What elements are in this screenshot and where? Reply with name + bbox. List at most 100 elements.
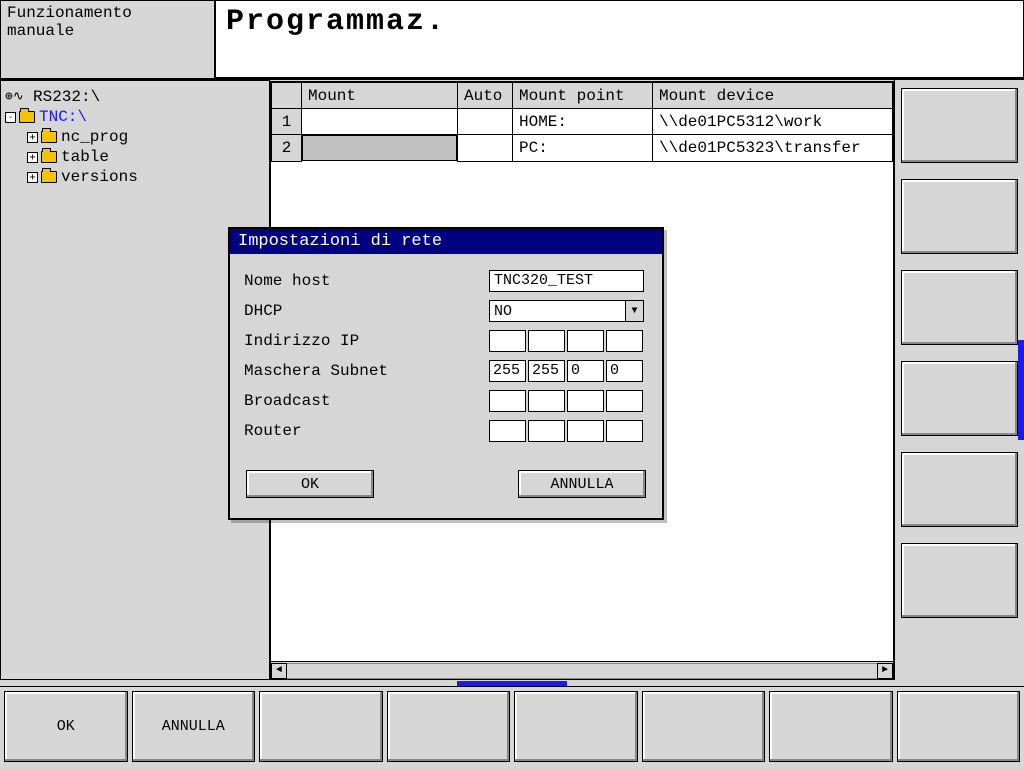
- subnet-octet-4[interactable]: 0: [606, 360, 643, 382]
- collapse-icon[interactable]: -: [5, 112, 16, 123]
- router-octet-4[interactable]: [606, 420, 643, 442]
- softkey-cancel[interactable]: ANNULLA: [132, 691, 256, 762]
- dialog-button-row: OK ANNULLA: [244, 450, 648, 508]
- cell-auto[interactable]: [458, 135, 513, 162]
- subnet-octet-3[interactable]: 0: [567, 360, 604, 382]
- page-title: Programmaz.: [215, 0, 1024, 79]
- side-softkey-4[interactable]: [901, 361, 1018, 436]
- mount-table: Mount Auto Mount point Mount device 1 HO…: [271, 82, 893, 162]
- label-broadcast: Broadcast: [244, 392, 489, 410]
- scroll-track[interactable]: [287, 663, 877, 679]
- tree-label: TNC:\: [39, 107, 87, 127]
- side-softkey-bar: [894, 80, 1024, 680]
- side-softkey-3[interactable]: [901, 270, 1018, 345]
- dhcp-select[interactable]: NO ▼: [489, 300, 644, 322]
- tree-item-versions[interactable]: + versions: [5, 167, 265, 187]
- cell-rownum: 1: [272, 109, 302, 135]
- softkey-6[interactable]: [642, 691, 766, 762]
- subnet-octet-2[interactable]: 255: [528, 360, 565, 382]
- horizontal-scrollbar[interactable]: ◄ ►: [271, 661, 893, 679]
- folder-icon: [41, 131, 57, 143]
- table-row[interactable]: 1 HOME: \\de01PC5312\work: [272, 109, 893, 135]
- ip-octet-2[interactable]: [528, 330, 565, 352]
- hostname-input[interactable]: TNC320_TEST: [489, 270, 644, 292]
- tree-item-rs232[interactable]: ⊕∿ RS232:\: [5, 87, 265, 107]
- cell-point[interactable]: PC:: [513, 135, 653, 162]
- ip-octet-4[interactable]: [606, 330, 643, 352]
- dialog-title: Impostazioni di rete: [230, 229, 662, 254]
- subnet-octet-1[interactable]: 255: [489, 360, 526, 382]
- broadcast-octet-2[interactable]: [528, 390, 565, 412]
- serial-port-icon: ⊕∿: [5, 89, 33, 105]
- softkey-5[interactable]: [514, 691, 638, 762]
- row-subnet: Maschera Subnet 255 255 0 0: [244, 360, 648, 382]
- label-ip: Indirizzo IP: [244, 332, 489, 350]
- dhcp-value: NO: [494, 303, 512, 320]
- softkey-7[interactable]: [769, 691, 893, 762]
- cell-point[interactable]: HOME:: [513, 109, 653, 135]
- tree-label: versions: [61, 167, 138, 187]
- scroll-left-icon[interactable]: ◄: [271, 663, 287, 679]
- row-broadcast: Broadcast: [244, 390, 648, 412]
- tree-label: nc_prog: [61, 127, 128, 147]
- col-rownum: [272, 83, 302, 109]
- cancel-button[interactable]: ANNULLA: [518, 470, 646, 498]
- tree-label: table: [61, 147, 109, 167]
- folder-icon: [41, 151, 57, 163]
- label-router: Router: [244, 422, 489, 440]
- expand-icon[interactable]: +: [27, 132, 38, 143]
- col-auto: Auto: [458, 83, 513, 109]
- row-dhcp: DHCP NO ▼: [244, 300, 648, 322]
- mode-line1: Funzionamento: [7, 5, 208, 23]
- cell-rownum: 2: [272, 135, 302, 162]
- network-settings-dialog: Impostazioni di rete Nome host TNC320_TE…: [228, 227, 664, 520]
- broadcast-octet-3[interactable]: [567, 390, 604, 412]
- col-mount: Mount: [302, 83, 458, 109]
- router-octet-2[interactable]: [528, 420, 565, 442]
- softkey-3[interactable]: [259, 691, 383, 762]
- tree-item-table[interactable]: + table: [5, 147, 265, 167]
- side-softkey-6[interactable]: [901, 543, 1018, 618]
- folder-icon: [41, 171, 57, 183]
- label-dhcp: DHCP: [244, 302, 489, 320]
- table-row[interactable]: 2 PC: \\de01PC5323\transfer: [272, 135, 893, 162]
- side-scroll-indicator: [1018, 340, 1024, 440]
- cell-mount[interactable]: [302, 135, 457, 161]
- softkey-8[interactable]: [897, 691, 1021, 762]
- row-ip: Indirizzo IP: [244, 330, 648, 352]
- router-octet-3[interactable]: [567, 420, 604, 442]
- cell-device[interactable]: \\de01PC5312\work: [653, 109, 893, 135]
- label-subnet: Maschera Subnet: [244, 362, 489, 380]
- tree-item-tnc[interactable]: - TNC:\: [5, 107, 265, 127]
- side-softkey-5[interactable]: [901, 452, 1018, 527]
- tree-item-ncprog[interactable]: + nc_prog: [5, 127, 265, 147]
- col-point: Mount point: [513, 83, 653, 109]
- chevron-down-icon[interactable]: ▼: [625, 301, 643, 321]
- row-hostname: Nome host TNC320_TEST: [244, 270, 648, 292]
- softkey-ok[interactable]: OK: [4, 691, 128, 762]
- side-softkey-1[interactable]: [901, 88, 1018, 163]
- ip-octet-1[interactable]: [489, 330, 526, 352]
- table-header-row: Mount Auto Mount point Mount device: [272, 83, 893, 109]
- broadcast-octet-4[interactable]: [606, 390, 643, 412]
- row-router: Router: [244, 420, 648, 442]
- bottom-area: OK ANNULLA: [0, 680, 1024, 766]
- cell-device[interactable]: \\de01PC5323\transfer: [653, 135, 893, 162]
- header-row: Funzionamento manuale Programmaz.: [0, 0, 1024, 80]
- softkey-4[interactable]: [387, 691, 511, 762]
- router-octet-1[interactable]: [489, 420, 526, 442]
- label-hostname: Nome host: [244, 272, 489, 290]
- col-device: Mount device: [653, 83, 893, 109]
- expand-icon[interactable]: +: [27, 152, 38, 163]
- broadcast-octet-1[interactable]: [489, 390, 526, 412]
- side-softkey-2[interactable]: [901, 179, 1018, 254]
- cell-mount[interactable]: [302, 109, 458, 135]
- scroll-right-icon[interactable]: ►: [877, 663, 893, 679]
- cell-auto[interactable]: [458, 109, 513, 135]
- expand-icon[interactable]: +: [27, 172, 38, 183]
- ip-octet-3[interactable]: [567, 330, 604, 352]
- ok-button[interactable]: OK: [246, 470, 374, 498]
- mode-line2: manuale: [7, 23, 208, 41]
- dialog-body: Nome host TNC320_TEST DHCP NO ▼ Indirizz…: [230, 254, 662, 518]
- bottom-softkey-bar: OK ANNULLA: [0, 686, 1024, 766]
